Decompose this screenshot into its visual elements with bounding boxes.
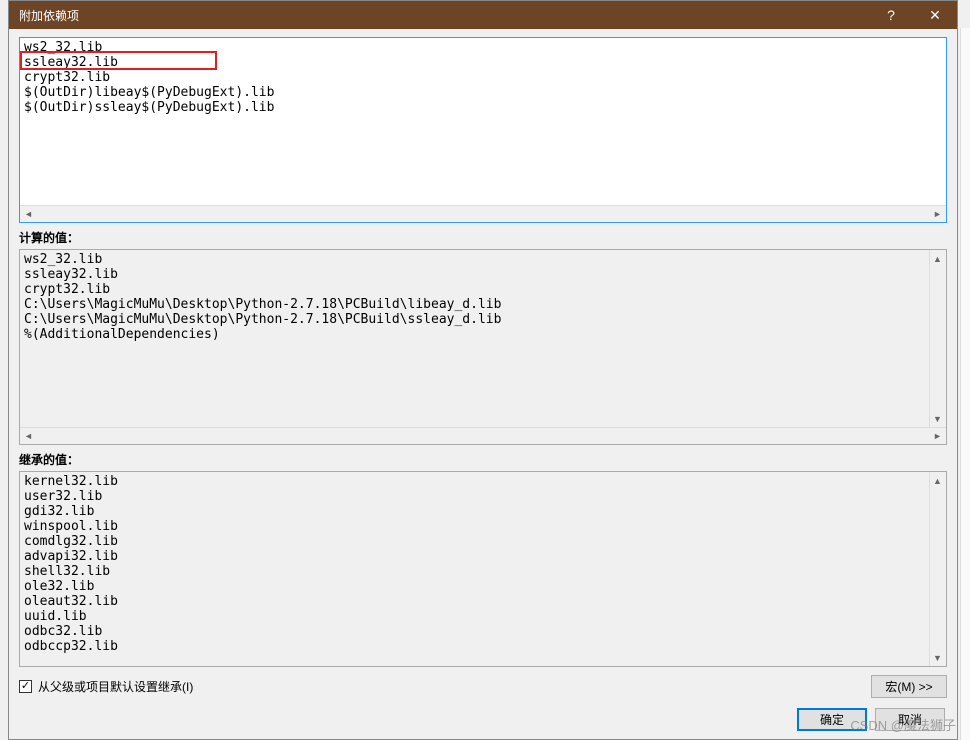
v-scrollbar-computed[interactable]: ▲ ▼ [929, 250, 946, 427]
scroll-up-icon[interactable]: ▲ [930, 473, 945, 488]
macros-button[interactable]: 宏(M) >> [871, 675, 947, 698]
editable-panel: ◄ ► [19, 37, 947, 223]
computed-values-label: 计算的值： [19, 229, 947, 246]
inherited-values-label: 继承的值： [19, 451, 947, 468]
help-icon: ? [887, 7, 895, 23]
ok-button[interactable]: 确定 [797, 708, 867, 731]
cancel-button[interactable]: 取消 [875, 708, 945, 731]
close-icon: ✕ [929, 7, 941, 24]
scroll-left-icon[interactable]: ◄ [21, 207, 36, 222]
computed-values-text: ws2_32.lib ssleay32.lib crypt32.lib C:\U… [20, 250, 946, 427]
computed-panel: ws2_32.lib ssleay32.lib crypt32.lib C:\U… [19, 249, 947, 445]
inherited-values-text: kernel32.lib user32.lib gdi32.lib winspo… [20, 472, 946, 666]
action-row: 确定 取消 [19, 708, 947, 731]
help-button[interactable]: ? [869, 1, 913, 29]
titlebar: 附加依赖项 ? ✕ [9, 1, 957, 29]
background-strip [960, 28, 970, 740]
ok-button-label: 确定 [820, 711, 844, 728]
dialog-title: 附加依赖项 [19, 7, 869, 24]
scroll-right-icon[interactable]: ► [930, 207, 945, 222]
macros-button-label: 宏(M) >> [885, 678, 932, 695]
h-scrollbar-editable[interactable]: ◄ ► [20, 205, 946, 222]
scroll-down-icon[interactable]: ▼ [930, 411, 945, 426]
inherited-panel: kernel32.lib user32.lib gdi32.lib winspo… [19, 471, 947, 667]
close-button[interactable]: ✕ [913, 1, 957, 29]
cancel-button-label: 取消 [898, 711, 922, 728]
inherit-checkbox-label[interactable]: 从父级或项目默认设置继承(I) [38, 678, 193, 695]
v-scrollbar-inherited[interactable]: ▲ ▼ [929, 472, 946, 666]
titlebar-buttons: ? ✕ [869, 1, 957, 29]
dialog-content: ◄ ► 计算的值： ws2_32.lib ssleay32.lib crypt3… [9, 29, 957, 739]
dependencies-input[interactable] [20, 38, 946, 205]
scroll-left-icon[interactable]: ◄ [21, 429, 36, 444]
additional-dependencies-dialog: 附加依赖项 ? ✕ ◄ ► 计算的值： ws2_32.lib ssleay32.… [8, 0, 958, 740]
scroll-up-icon[interactable]: ▲ [930, 251, 945, 266]
scroll-right-icon[interactable]: ► [930, 429, 945, 444]
scroll-down-icon[interactable]: ▼ [930, 650, 945, 665]
inherit-checkbox[interactable]: ✓ [19, 680, 32, 693]
h-scrollbar-computed[interactable]: ◄ ► [20, 427, 946, 444]
options-row: ✓ 从父级或项目默认设置继承(I) 宏(M) >> [19, 675, 947, 698]
